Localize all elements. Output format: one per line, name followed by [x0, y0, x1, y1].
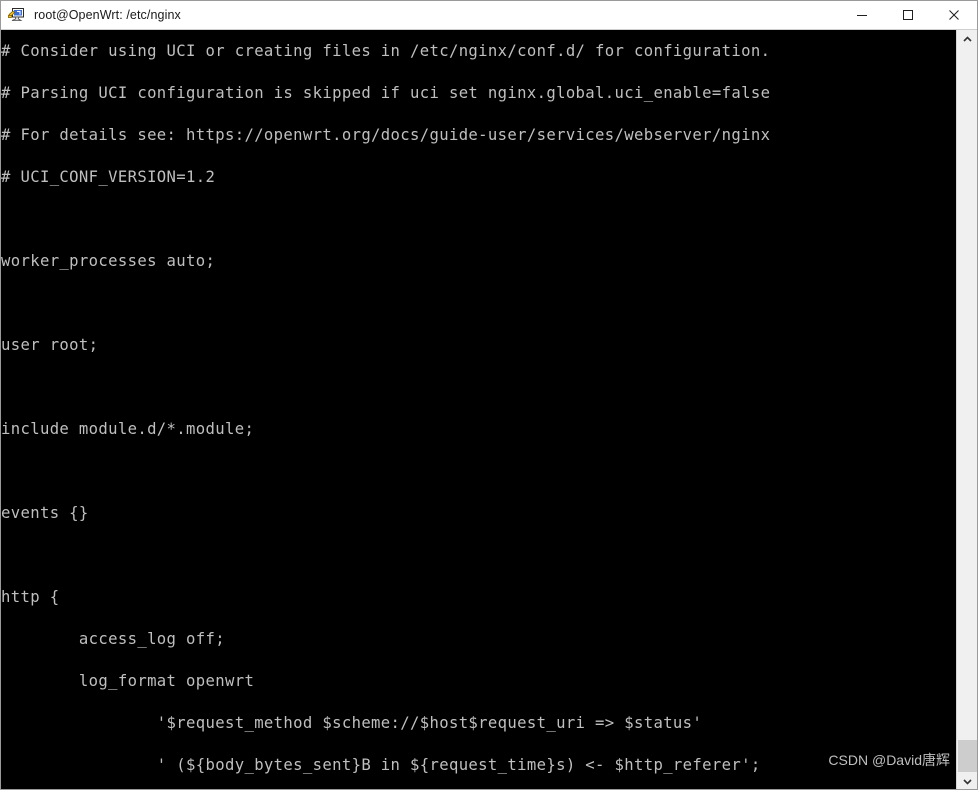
chevron-up-icon — [962, 35, 972, 42]
scroll-up-button[interactable] — [957, 30, 977, 48]
chevron-down-icon — [962, 778, 972, 785]
terminal-line: http { — [1, 588, 60, 606]
terminal-screen[interactable]: # Consider using UCI or creating files i… — [1, 30, 956, 789]
terminal-line: events {} — [1, 504, 89, 522]
terminal-line: ' (${body_bytes_sent}B in ${request_time… — [1, 756, 761, 774]
scrollbar-thumb[interactable] — [958, 740, 977, 772]
window-titlebar: root@OpenWrt: /etc/nginx — [1, 1, 977, 30]
watermark-text: CSDN @David唐辉 — [828, 752, 950, 768]
terminal-line: # Parsing UCI configuration is skipped i… — [1, 84, 771, 102]
terminal-line: # UCI_CONF_VERSION=1.2 — [1, 168, 216, 186]
scroll-down-button[interactable] — [957, 772, 977, 789]
terminal-line: # For details see: https://openwrt.org/d… — [1, 126, 771, 144]
maximize-button[interactable] — [885, 1, 931, 29]
minimize-icon — [857, 15, 867, 16]
putty-terminal-window: root@OpenWrt: /etc/nginx # Consider usin… — [0, 0, 978, 790]
close-button[interactable] — [931, 1, 977, 29]
vertical-scrollbar[interactable] — [956, 30, 977, 789]
window-controls — [839, 1, 977, 29]
terminal-line: access_log off; — [1, 630, 225, 648]
putty-terminal-icon — [8, 6, 26, 24]
maximize-icon — [903, 10, 913, 20]
terminal-line: '$request_method $scheme://$host$request… — [1, 714, 703, 732]
terminal-line: log_format openwrt — [1, 672, 255, 690]
terminal-text-buffer: # Consider using UCI or creating files i… — [1, 30, 771, 789]
close-icon — [949, 10, 959, 20]
scrollbar-track[interactable] — [957, 48, 977, 772]
terminal-line: user root; — [1, 336, 99, 354]
window-title: root@OpenWrt: /etc/nginx — [34, 8, 181, 22]
terminal-line: include module.d/*.module; — [1, 420, 255, 438]
terminal-line: # Consider using UCI or creating files i… — [1, 42, 771, 60]
terminal-line: worker_processes auto; — [1, 252, 216, 270]
minimize-button[interactable] — [839, 1, 885, 29]
